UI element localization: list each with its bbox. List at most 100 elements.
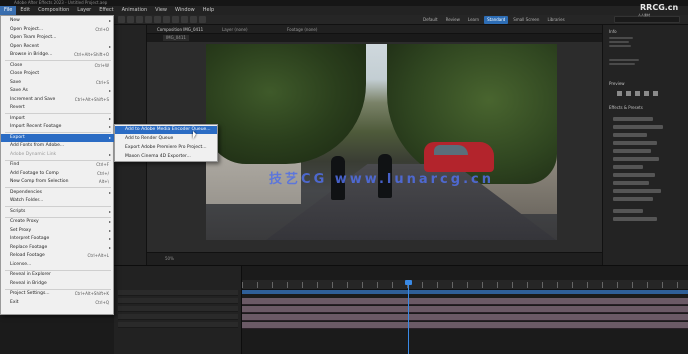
effects-item[interactable] [613, 181, 649, 185]
file-menu-item[interactable]: Interpret Footage ▸ [1, 235, 115, 243]
file-menu-item[interactable]: Import Recent Footage ▸ [1, 123, 115, 131]
file-menu-item[interactable]: License... [1, 261, 115, 269]
file-menu-item[interactable]: Reveal in Explorer [1, 271, 115, 279]
effects-item[interactable] [613, 157, 659, 161]
effects-item[interactable] [613, 173, 655, 177]
file-menu-item[interactable]: Exit Ctrl+Q [1, 299, 115, 307]
file-menu-item[interactable]: Add Fonts from Adobe... [1, 142, 115, 150]
first-frame-icon[interactable] [617, 91, 622, 96]
file-menu-item[interactable]: Close Ctrl+W [1, 62, 115, 70]
last-frame-icon[interactable] [653, 91, 658, 96]
file-menu-item[interactable]: Adobe Dynamic Link ▸ [1, 151, 115, 159]
pen-tool-icon[interactable] [190, 16, 197, 23]
work-area-bar[interactable] [242, 290, 688, 294]
layer-track-bar[interactable] [242, 314, 688, 321]
file-menu-item[interactable]: Increment and Save Ctrl+Alt+Shift+S [1, 96, 115, 104]
playhead[interactable] [405, 280, 412, 354]
file-menu-item[interactable]: Save As ▸ [1, 87, 115, 95]
effects-panel-title[interactable]: Effects & Presets [609, 105, 643, 110]
export-submenu-item[interactable]: Add to Render Queue [115, 135, 217, 143]
preview-panel-title[interactable]: Preview [609, 81, 625, 86]
export-submenu-item[interactable]: Export Adobe Premiere Pro Project... [115, 144, 217, 152]
zoom-level[interactable]: 50% [165, 256, 174, 261]
file-menu-item[interactable]: Reload Footage Ctrl+Alt+L [1, 252, 115, 260]
file-menu-item[interactable]: Watch Folder... [1, 197, 115, 205]
file-menu-item[interactable]: New Comp from Selection Alt+\ [1, 178, 115, 186]
export-submenu-item[interactable]: Add to Adobe Media Encoder Queue... [115, 126, 217, 134]
workspace-standard[interactable]: Standard [484, 16, 509, 24]
file-menu-item[interactable]: Find Ctrl+F [1, 161, 115, 169]
workspace-libraries[interactable]: Libraries [544, 16, 567, 24]
file-menu-item[interactable]: Export ▸ [1, 133, 115, 142]
next-frame-icon[interactable] [644, 91, 649, 96]
file-menu-item[interactable]: Close Project [1, 70, 115, 78]
file-menu-item[interactable]: Replace Footage ▸ [1, 244, 115, 252]
effects-item[interactable] [613, 133, 647, 137]
workspace-small-screen[interactable]: Small Screen [510, 16, 542, 24]
layer-track-bar[interactable] [242, 298, 688, 305]
file-menu-item[interactable]: Scripts ▸ [1, 208, 115, 216]
layer-row[interactable] [118, 314, 238, 320]
file-menu-item[interactable]: New ▸ [1, 17, 115, 25]
menu-file[interactable]: File [0, 6, 17, 15]
effects-item[interactable] [613, 141, 657, 145]
file-menu-item[interactable]: Set Proxy ▸ [1, 227, 115, 235]
viewer-tab[interactable]: Footage (none) [287, 26, 317, 33]
workspace-review[interactable]: Review [443, 16, 463, 24]
effects-item[interactable] [613, 165, 643, 169]
menu-help[interactable]: Help [199, 6, 218, 15]
effects-item[interactable] [613, 189, 661, 193]
viewer-tab[interactable]: Composition IMG_0411 [157, 26, 203, 33]
comp-breadcrumb[interactable]: IMG_0411 [163, 35, 189, 41]
prev-frame-icon[interactable] [626, 91, 631, 96]
brand-logo: RRCG.cn [640, 3, 679, 12]
menu-edit[interactable]: Edit [16, 6, 34, 15]
file-menu-item[interactable]: Open Team Project... [1, 34, 115, 42]
layer-row[interactable] [118, 306, 238, 312]
layer-row[interactable] [118, 298, 238, 304]
file-menu-item[interactable]: Create Proxy ▸ [1, 218, 115, 226]
workspace-default[interactable]: Default [420, 16, 441, 24]
type-tool-icon[interactable] [199, 16, 206, 23]
home-icon[interactable] [118, 16, 125, 23]
effects-item[interactable] [613, 125, 663, 129]
effects-item[interactable] [613, 209, 643, 213]
file-menu-item[interactable]: Reveal in Bridge [1, 280, 115, 288]
file-menu-item[interactable]: Save Ctrl+S [1, 79, 115, 87]
effects-item[interactable] [613, 149, 651, 153]
layer-row[interactable] [118, 322, 238, 328]
shape-tool-icon[interactable] [181, 16, 188, 23]
file-menu-item[interactable]: Revert [1, 104, 115, 112]
effects-item[interactable] [613, 117, 653, 121]
effects-item[interactable] [613, 197, 653, 201]
help-search-input[interactable] [614, 16, 680, 23]
file-menu-item[interactable]: Open Project... Ctrl+O [1, 26, 115, 34]
menu-view[interactable]: View [151, 6, 171, 15]
effects-item[interactable] [613, 217, 657, 221]
layer-track-bar[interactable] [242, 322, 688, 329]
file-menu-item[interactable]: Browse in Bridge... Ctrl+Alt+Shift+O [1, 51, 115, 59]
viewer-tab[interactable]: Layer (none) [222, 26, 248, 33]
pan-behind-tool-icon[interactable] [172, 16, 179, 23]
menu-effect[interactable]: Effect [95, 6, 117, 15]
file-menu-item[interactable]: Import ▸ [1, 115, 115, 123]
selection-tool-icon[interactable] [127, 16, 134, 23]
camera-tool-icon[interactable] [163, 16, 170, 23]
layer-track-bar[interactable] [242, 306, 688, 313]
file-menu-item[interactable]: Open Recent ▸ [1, 43, 115, 51]
rotation-tool-icon[interactable] [154, 16, 161, 23]
info-panel-title[interactable]: Info [609, 29, 617, 34]
play-icon[interactable] [635, 91, 640, 96]
export-submenu-item[interactable]: Maxon Cinema 4D Exporter... [115, 153, 217, 161]
menu-window[interactable]: Window [171, 6, 199, 15]
zoom-tool-icon[interactable] [145, 16, 152, 23]
menu-animation[interactable]: Animation [118, 6, 152, 15]
menu-composition[interactable]: Composition [34, 6, 73, 15]
time-ruler[interactable] [242, 280, 688, 290]
workspace-learn[interactable]: Learn [465, 16, 482, 24]
file-menu-item[interactable]: Add Footage to Comp Ctrl+/ [1, 170, 115, 178]
hand-tool-icon[interactable] [136, 16, 143, 23]
file-menu-item[interactable]: Project Settings... Ctrl+Alt+Shift+K [1, 290, 115, 298]
menu-layer[interactable]: Layer [73, 6, 95, 15]
file-menu-item[interactable]: Dependencies ▸ [1, 189, 115, 197]
